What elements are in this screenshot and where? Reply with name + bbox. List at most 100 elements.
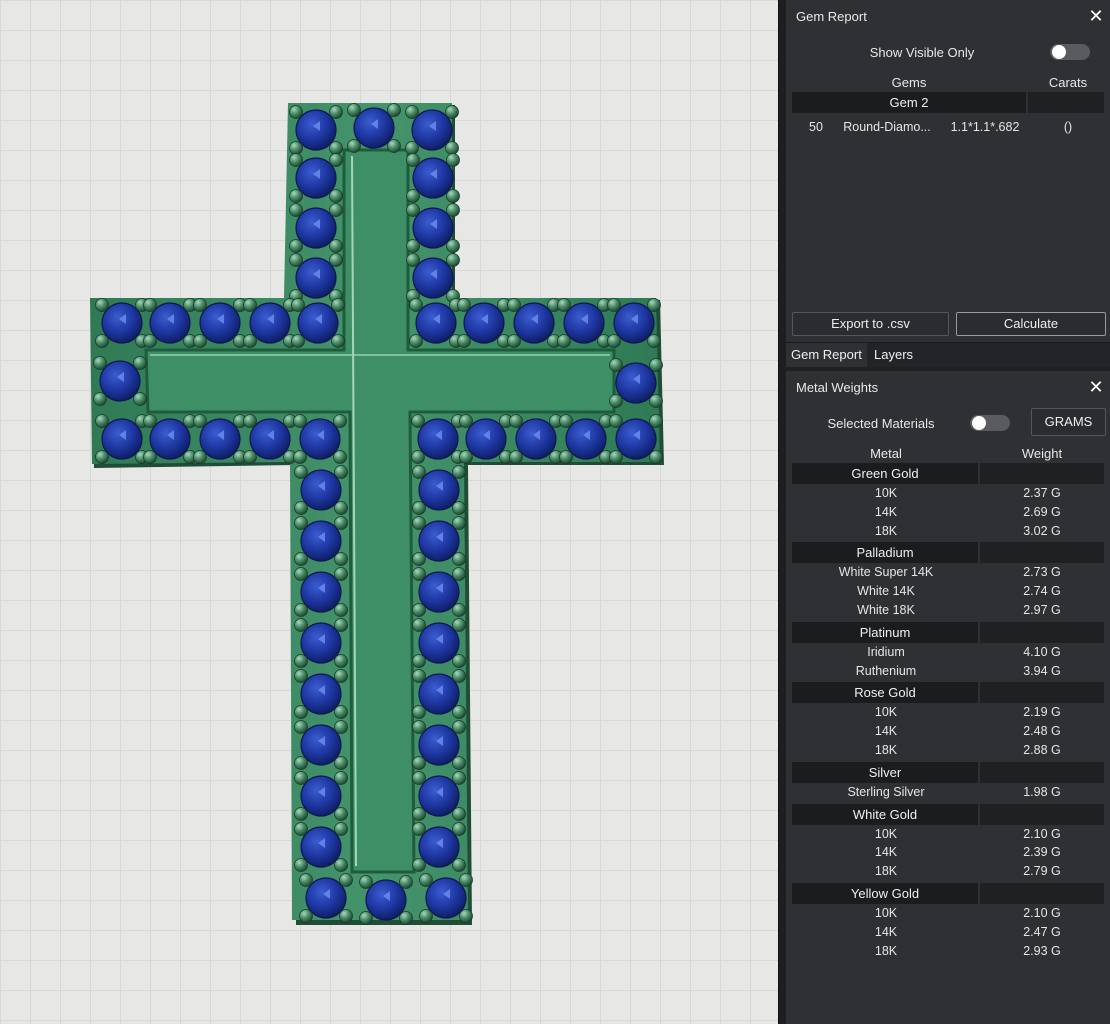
gem-row[interactable]: 50 Round-Diamo... 1.1*1.1*.682 (): [792, 118, 1104, 137]
metal-group-name: Silver: [792, 761, 978, 783]
metal-row[interactable]: Sterling Silver 1.98 G: [792, 783, 1104, 802]
metal-weight: 2.97 G: [1023, 603, 1061, 617]
prong: [334, 603, 348, 617]
metal-group-row[interactable]: Rose Gold: [792, 682, 1104, 704]
metal-row[interactable]: 14K 2.69 G: [792, 503, 1104, 522]
export-csv-button[interactable]: Export to .csv: [792, 312, 949, 336]
gem-group-row[interactable]: Gem 2: [792, 92, 1104, 113]
prong: [459, 873, 473, 887]
metal-row[interactable]: White 18K 2.97 G: [792, 601, 1104, 620]
metal-group-row[interactable]: Green Gold: [792, 463, 1104, 484]
prong: [143, 334, 157, 348]
metal-row[interactable]: White 14K 2.74 G: [792, 582, 1104, 601]
panel-divider[interactable]: [778, 0, 786, 1024]
metal-alloy: 10K: [874, 906, 898, 920]
prong: [243, 334, 257, 348]
metal-group-row[interactable]: Palladium: [792, 542, 1104, 564]
prong: [291, 334, 305, 348]
gem-stone: [300, 469, 342, 511]
metal-alloy: 18K: [874, 864, 898, 879]
gem-stone: [515, 418, 557, 460]
prong: [329, 189, 343, 203]
metal-group-row[interactable]: White Gold: [792, 803, 1104, 825]
prong: [412, 465, 426, 479]
prong: [609, 358, 623, 372]
metal-alloy: White Super 14K: [838, 565, 934, 580]
gem-stone: [412, 257, 454, 299]
metal-weight: 2.69 G: [1023, 504, 1061, 519]
3d-viewport[interactable]: [0, 0, 778, 1024]
prong: [412, 501, 426, 515]
calculate-button[interactable]: Calculate: [956, 312, 1106, 336]
prong: [559, 414, 573, 428]
gem-stone: [101, 418, 143, 460]
prong: [647, 334, 661, 348]
column-separator: [978, 463, 980, 484]
gem-stone: [412, 207, 454, 249]
gem-stone: [101, 302, 143, 344]
units-grams-button[interactable]: GRAMS: [1031, 408, 1106, 436]
metal-row[interactable]: 18K 2.93 G: [792, 942, 1104, 961]
prong: [331, 334, 345, 348]
prong: [557, 298, 571, 312]
gem-stone: [295, 157, 337, 199]
gem-report-title: Gem Report: [796, 9, 867, 24]
metal-row[interactable]: 14K 2.48 G: [792, 722, 1104, 741]
prong: [412, 807, 426, 821]
gem-stone: [425, 877, 467, 919]
prong: [334, 720, 348, 734]
gem-carats: (): [1063, 120, 1073, 134]
gem-stone: [305, 877, 347, 919]
gem-stone: [295, 257, 337, 299]
gem-stone: [149, 418, 191, 460]
metal-group-name: Green Gold: [792, 463, 978, 484]
metal-row[interactable]: 18K 3.02 G: [792, 522, 1104, 541]
prong: [412, 567, 426, 581]
prong: [445, 141, 459, 155]
prong: [405, 105, 419, 119]
prong: [459, 450, 473, 464]
metal-weight: 2.47 G: [1023, 924, 1061, 939]
gems-column-header: Gems: [891, 75, 927, 90]
prong: [649, 358, 663, 372]
metal-row[interactable]: 10K 2.10 G: [792, 825, 1104, 844]
metal-row[interactable]: 10K 2.10 G: [792, 904, 1104, 923]
metal-group-row[interactable]: Platinum: [792, 621, 1104, 643]
metal-row[interactable]: 14K 2.39 G: [792, 843, 1104, 862]
close-icon[interactable]: ✕: [1088, 7, 1104, 25]
prong: [333, 414, 347, 428]
show-visible-only-toggle[interactable]: [1050, 44, 1090, 60]
column-separator: [978, 621, 980, 643]
prong: [334, 501, 348, 515]
tab-gem-report[interactable]: Gem Report: [786, 343, 867, 368]
metal-row[interactable]: White Super 14K 2.73 G: [792, 563, 1104, 582]
prong: [649, 394, 663, 408]
prong: [289, 253, 303, 267]
prong: [193, 298, 207, 312]
metal-row[interactable]: 18K 2.88 G: [792, 741, 1104, 760]
metal-group-row[interactable]: Yellow Gold: [792, 883, 1104, 904]
metal-row[interactable]: 10K 2.19 G: [792, 703, 1104, 722]
metal-group-name: Yellow Gold: [792, 883, 978, 904]
prong: [452, 771, 466, 785]
gem-stone: [418, 775, 460, 817]
metal-weight: 2.74 G: [1023, 584, 1061, 599]
selected-materials-toggle[interactable]: [970, 415, 1010, 431]
metal-weight: 1.98 G: [1023, 784, 1061, 799]
prong: [294, 771, 308, 785]
metal-alloy: Iridium: [867, 644, 905, 659]
gem-stone: [418, 826, 460, 868]
metal-group-row[interactable]: Silver: [792, 761, 1104, 783]
metal-row[interactable]: Ruthenium 3.94 G: [792, 662, 1104, 681]
side-panel: Gem Report ✕ Show Visible Only Gems Cara…: [786, 0, 1110, 1024]
metal-row[interactable]: Iridium 4.10 G: [792, 643, 1104, 662]
metal-row[interactable]: 18K 2.79 G: [792, 862, 1104, 881]
cross-pendant-model[interactable]: [0, 0, 778, 1024]
prong: [412, 603, 426, 617]
metal-row[interactable]: 10K 2.37 G: [792, 484, 1104, 503]
metal-row[interactable]: 14K 2.47 G: [792, 923, 1104, 942]
metal-group-name: White Gold: [792, 803, 978, 825]
close-icon[interactable]: ✕: [1088, 378, 1104, 396]
tab-layers[interactable]: Layers: [869, 343, 918, 368]
gem-stone: [249, 302, 291, 344]
